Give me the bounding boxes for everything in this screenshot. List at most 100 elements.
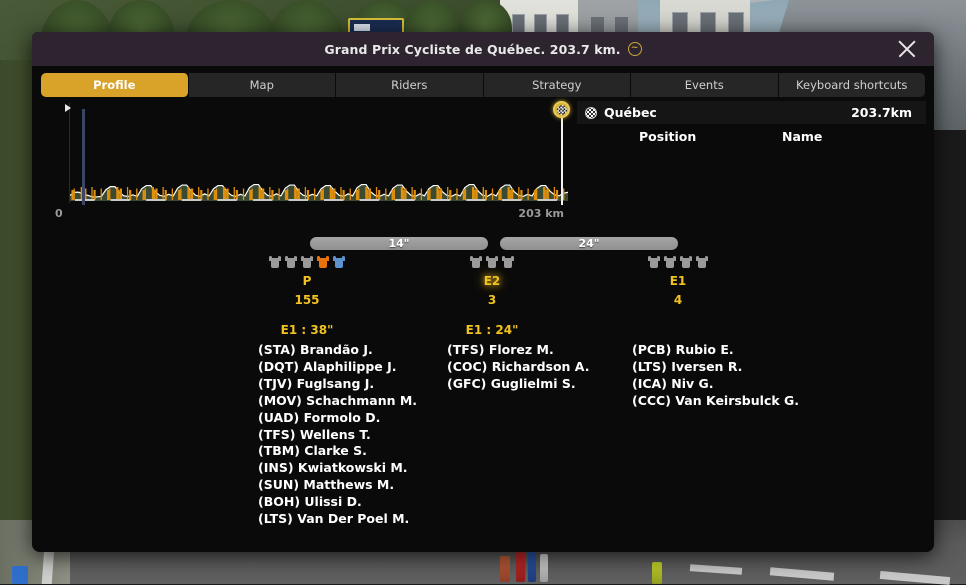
race-groups-row: 14" 24" P 155 E1 : 38" E2 3 E1 : 24" E1 4: [32, 237, 934, 337]
climb-marker: [404, 188, 407, 200]
rider-list-item[interactable]: (TFS) Wellens T.: [258, 427, 417, 444]
rider-list-item[interactable]: (TBM) Clarke S.: [258, 443, 417, 460]
climb-marker: [449, 190, 452, 200]
climb-marker: [563, 188, 565, 200]
climb-marker: [391, 190, 394, 200]
rider-list-item[interactable]: (UAD) Formolo D.: [258, 410, 417, 427]
rider-list-item[interactable]: (MOV) Schachmann M.: [258, 393, 417, 410]
stage-info-header: Québec 203.7km: [577, 101, 926, 124]
rider-list-item[interactable]: (ICA) Niv G.: [632, 376, 799, 393]
climb-marker: [535, 188, 538, 200]
rider-list-item[interactable]: (GFC) Guglielmi S.: [447, 376, 589, 393]
climb-marker: [320, 190, 323, 200]
climb-marker: [447, 187, 449, 200]
climb-marker: [258, 187, 261, 200]
climb-marker: [190, 188, 194, 200]
rider-list-item[interactable]: (BOH) Ulissi D.: [258, 494, 417, 511]
jersey-icon: [269, 255, 281, 268]
tab-map[interactable]: Map: [188, 73, 336, 97]
climb-marker: [189, 190, 191, 200]
jersey-icon: [664, 255, 676, 268]
climb-marker: [297, 188, 300, 200]
climb-marker: [322, 188, 324, 200]
climb-marker: [278, 188, 280, 200]
stage-info-panel: Québec 203.7km Position Name: [577, 101, 926, 231]
jersey-row: [588, 253, 768, 268]
climb-marker: [136, 188, 138, 200]
rider-list-E1: (PCB) Rubio E. (LTS) Iversen R. (ICA) Niv …: [632, 342, 799, 410]
stage-distance: 203.7km: [851, 105, 912, 120]
window-titlebar: Grand Prix Cycliste de Québec. 203.7 km.…: [32, 32, 934, 66]
rider-list-item[interactable]: (COC) Richardson A.: [447, 359, 589, 376]
climb-marker: [100, 188, 102, 200]
results-column-headers: Position Name: [577, 124, 926, 144]
jersey-icon: [333, 255, 345, 268]
current-position-cursor[interactable]: [82, 109, 85, 205]
climb-marker: [251, 188, 253, 200]
climb-marker: [500, 188, 502, 200]
climb-marker: [271, 190, 274, 200]
climb-marker: [225, 190, 227, 200]
rider-list-item[interactable]: (LTS) Iversen R.: [632, 359, 799, 376]
close-icon[interactable]: [894, 36, 920, 62]
cyclist: [652, 562, 662, 584]
rider-list-item[interactable]: (INS) Kwiatkowski M.: [258, 460, 417, 477]
elevation-terrain: [70, 183, 568, 201]
rider-list-item[interactable]: (STA) Brandão J.: [258, 342, 417, 359]
sector-segment: [466, 199, 486, 201]
rider-list-item[interactable]: (CCC) Van Keirsbulck G.: [632, 393, 799, 410]
rider-list-item[interactable]: (DQT) Alaphilippe J.: [258, 359, 417, 376]
elevation-chart[interactable]: [57, 101, 570, 205]
climb-marker: [180, 188, 182, 200]
climb-marker: [73, 188, 75, 200]
tab-riders[interactable]: Riders: [336, 73, 484, 97]
tab-profile[interactable]: Profile: [41, 73, 189, 97]
climb-marker: [235, 190, 238, 200]
climb-marker: [153, 190, 156, 200]
climb-marker: [329, 187, 332, 200]
climb-marker: [260, 190, 262, 200]
climb-marker: [331, 190, 334, 200]
rider-list-item[interactable]: (PCB) Rubio E.: [632, 342, 799, 359]
rider-list-P: (STA) Brandão J. (DQT) Alaphilippe J. (TJV…: [258, 342, 417, 528]
cyclist-far: [12, 566, 28, 584]
sector-segment: [395, 199, 415, 201]
race-group-E1[interactable]: E1 4: [588, 253, 768, 307]
sector-segment: [323, 199, 344, 201]
tab-keyboard-shortcuts[interactable]: Keyboard shortcuts: [778, 73, 925, 97]
weather-badge-icon: ~: [627, 42, 642, 56]
climb-marker: [498, 190, 501, 200]
race-group-E2[interactable]: E2 3 E1 : 24": [402, 253, 582, 337]
climb-marker: [482, 187, 484, 200]
climb-marker: [314, 188, 316, 200]
checkered-pattern: [556, 104, 567, 115]
climb-marker: [518, 187, 520, 200]
climb-marker: [155, 188, 158, 200]
climb-marker: [333, 188, 336, 200]
jersey-icon: [285, 255, 297, 268]
rider-list-item[interactable]: (TJV) Fuglsang J.: [258, 376, 417, 393]
climb-marker: [402, 190, 405, 200]
stage-info-window: Grand Prix Cycliste de Québec. 203.7 km.…: [32, 32, 934, 552]
tab-strategy[interactable]: Strategy: [483, 73, 631, 97]
jersey-icon: [502, 255, 514, 268]
rider-list-item[interactable]: (TFS) Florez M.: [447, 342, 589, 359]
climb-marker: [178, 190, 181, 200]
race-group-P[interactable]: P 155 E1 : 38": [217, 253, 397, 337]
window-pane: [556, 14, 569, 34]
climb-marker: [207, 188, 209, 200]
climb-marker: [411, 187, 413, 200]
climb-marker: [213, 190, 216, 200]
tab-events[interactable]: Events: [631, 73, 779, 97]
climb-marker: [151, 187, 155, 200]
group-rider-count: 4: [673, 293, 683, 307]
climb-marker: [233, 187, 235, 200]
window-pane: [512, 14, 525, 34]
rider-list-item[interactable]: (SUN) Matthews M.: [258, 477, 417, 494]
climb-marker: [471, 187, 475, 200]
climb-marker: [162, 187, 164, 200]
climb-marker: [187, 187, 190, 200]
climb-marker: [543, 187, 546, 200]
rider-list-item[interactable]: (LTS) Van Der Poel M.: [258, 511, 417, 528]
climb-marker: [119, 188, 122, 200]
